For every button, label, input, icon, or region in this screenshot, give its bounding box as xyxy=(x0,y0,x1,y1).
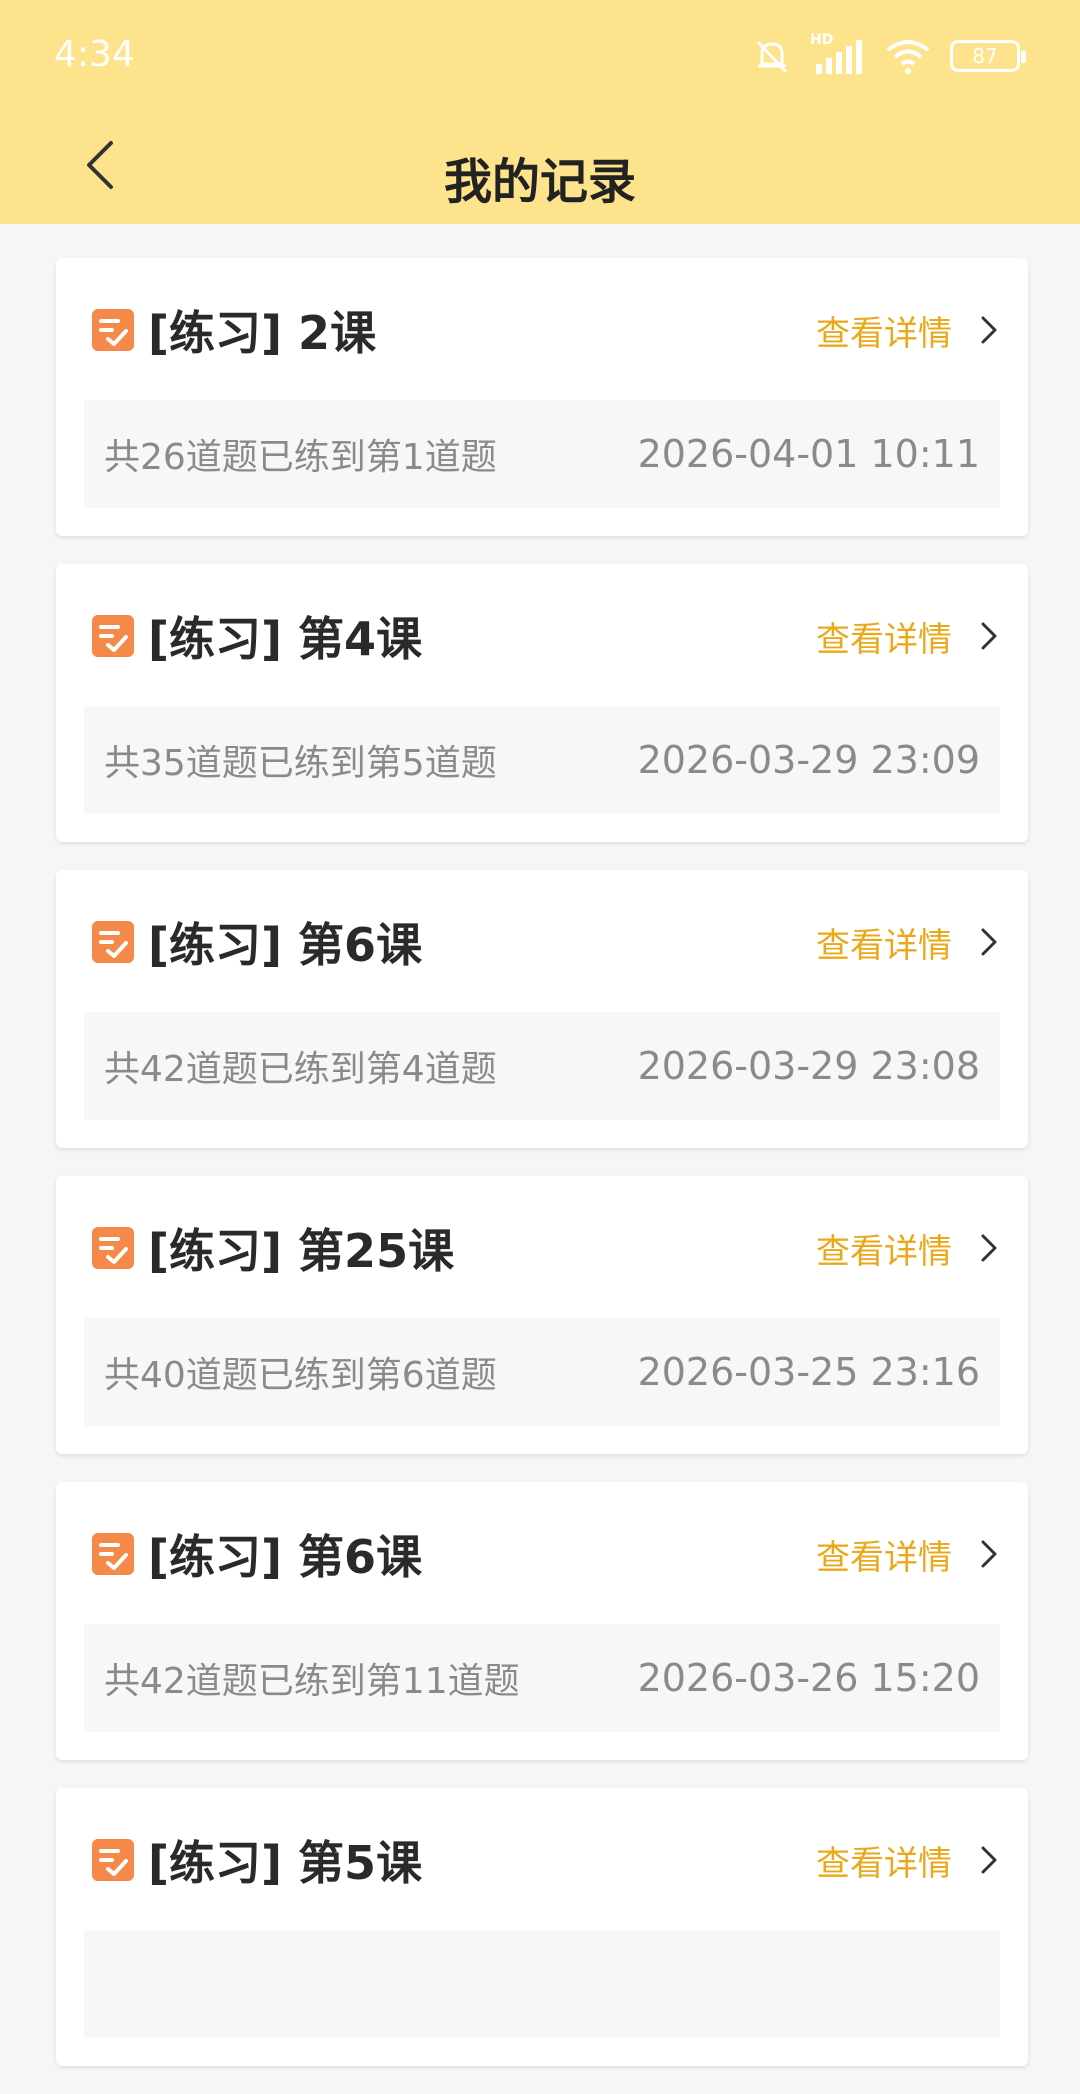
progress-text: 共26道题已练到第1道题 xyxy=(104,437,497,478)
view-detail-button[interactable]: 查看详情 xyxy=(816,1530,998,1579)
view-detail-label: 查看详情 xyxy=(816,1843,952,1884)
progress-text: 共40道题已练到第6道题 xyxy=(104,1355,497,1396)
record-title: [练习] 2课 xyxy=(148,306,377,360)
record-summary: 共42道题已练到第11道题 2026-03-26 15:20 xyxy=(84,1624,1000,1732)
status-time: 4:34 xyxy=(54,34,135,75)
record-card: [练习] 第25课 查看详情 共40道题已练到第6道题 2026-03-25 2… xyxy=(56,1176,1028,1454)
progress-text: 共42道题已练到第4道题 xyxy=(104,1049,497,1090)
record-list: [练习] 2课 查看详情 共26道题已练到第1道题 2026-04-01 10:… xyxy=(56,258,1028,2094)
view-detail-button[interactable]: 查看详情 xyxy=(816,1224,998,1273)
document-icon xyxy=(92,615,134,657)
chevron-right-icon xyxy=(981,1540,997,1568)
record-time: 2026-03-29 23:09 xyxy=(637,738,980,782)
page-title: 我的记录 xyxy=(443,154,636,210)
view-detail-label: 查看详情 xyxy=(816,619,952,660)
record-time: 2026-03-25 23:16 xyxy=(637,1350,980,1394)
document-icon xyxy=(92,1839,134,1881)
view-detail-button[interactable]: 查看详情 xyxy=(816,612,998,661)
view-detail-button[interactable]: 查看详情 xyxy=(816,306,998,355)
record-title: [练习] 第5课 xyxy=(148,1836,423,1890)
chevron-right-icon xyxy=(981,928,997,956)
document-icon xyxy=(92,1227,134,1269)
record-time: 2026-04-01 10:11 xyxy=(637,432,980,476)
record-card: [练习] 第6课 查看详情 共42道题已练到第4道题 2026-03-29 23… xyxy=(56,870,1028,1148)
record-title: [练习] 第6课 xyxy=(148,918,423,972)
document-icon xyxy=(92,921,134,963)
bell-muted-icon xyxy=(756,40,788,74)
document-icon xyxy=(92,1533,134,1575)
view-detail-label: 查看详情 xyxy=(816,313,952,354)
record-summary xyxy=(84,1930,1000,2038)
record-card: [练习] 第6课 查看详情 共42道题已练到第11道题 2026-03-26 1… xyxy=(56,1482,1028,1760)
chevron-right-icon xyxy=(981,1846,997,1874)
wifi-icon xyxy=(886,40,930,74)
record-summary: 共42道题已练到第4道题 2026-03-29 23:08 xyxy=(84,1012,1000,1120)
progress-text: 共42道题已练到第11道题 xyxy=(104,1661,520,1702)
document-icon xyxy=(92,309,134,351)
battery-level: 87 xyxy=(972,44,998,68)
record-summary: 共26道题已练到第1道题 2026-04-01 10:11 xyxy=(84,400,1000,508)
record-title: [练习] 第25课 xyxy=(148,1224,455,1278)
record-summary: 共35道题已练到第5道题 2026-03-29 23:09 xyxy=(84,706,1000,814)
record-card: [练习] 第5课 查看详情 xyxy=(56,1788,1028,2066)
cell-signal-icon: HD xyxy=(810,32,866,76)
view-detail-button[interactable]: 查看详情 xyxy=(816,918,998,967)
chevron-right-icon xyxy=(981,1234,997,1262)
record-time: 2026-03-29 23:08 xyxy=(637,1044,980,1088)
header: 我的记录 xyxy=(0,110,1080,224)
record-summary: 共40道题已练到第6道题 2026-03-25 23:16 xyxy=(84,1318,1000,1426)
record-time: 2026-03-26 15:20 xyxy=(637,1656,980,1700)
record-card: [练习] 第4课 查看详情 共35道题已练到第5道题 2026-03-29 23… xyxy=(56,564,1028,842)
view-detail-button[interactable]: 查看详情 xyxy=(816,1836,998,1885)
status-icons: HD 87 xyxy=(752,32,1026,80)
record-card: [练习] 2课 查看详情 共26道题已练到第1道题 2026-04-01 10:… xyxy=(56,258,1028,536)
record-title: [练习] 第6课 xyxy=(148,1530,423,1584)
view-detail-label: 查看详情 xyxy=(816,1231,952,1272)
progress-text: 共35道题已练到第5道题 xyxy=(104,743,497,784)
record-title: [练习] 第4课 xyxy=(148,612,423,666)
chevron-right-icon xyxy=(981,316,997,344)
battery-icon: 87 xyxy=(950,40,1026,72)
chevron-right-icon xyxy=(981,622,997,650)
view-detail-label: 查看详情 xyxy=(816,925,952,966)
view-detail-label: 查看详情 xyxy=(816,1537,952,1578)
status-bar: 4:34 HD 87 xyxy=(0,0,1080,110)
